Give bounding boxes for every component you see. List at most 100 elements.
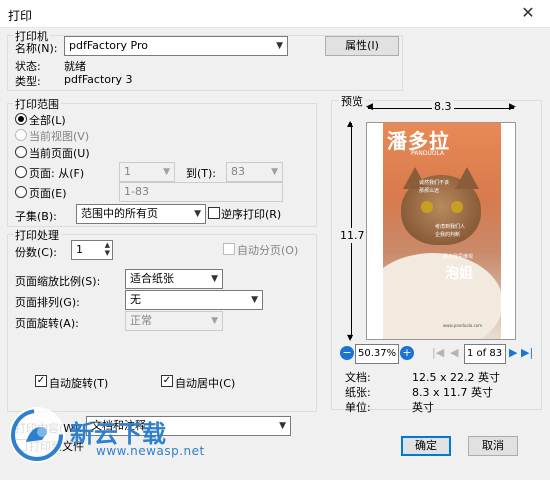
printer-name-value: pdfFactory Pro xyxy=(69,39,148,52)
zoom-in-icon[interactable]: + xyxy=(400,346,414,360)
pages-input: 1-83 xyxy=(119,182,283,202)
unit-label: 单位: xyxy=(345,401,371,414)
preview-width-label: 8.3 xyxy=(432,100,454,113)
auto-rotate-label[interactable]: 自动旋转(T) xyxy=(49,375,108,391)
radio-pages[interactable] xyxy=(15,186,27,198)
cloud-logo-icon xyxy=(9,407,65,463)
printer-type-value: pdfFactory 3 xyxy=(64,73,133,86)
from-page-value: 1 xyxy=(124,165,131,178)
radio-current-page-label[interactable]: 当前页面(U) xyxy=(29,145,90,161)
width-arrow-left-icon: ◀ xyxy=(366,102,373,112)
collate-label: 自动分页(O) xyxy=(237,244,299,257)
subset-label: 子集(B): xyxy=(15,210,57,223)
scaling-select[interactable]: 适合纸张 ▼ xyxy=(125,269,223,289)
chevron-down-icon: ▼ xyxy=(279,421,286,431)
chevron-down-icon: ▼ xyxy=(251,295,258,305)
next-page-icon[interactable]: ▶ xyxy=(509,346,517,359)
arrangement-select[interactable]: 无 ▼ xyxy=(125,290,263,310)
zoom-out-icon[interactable]: − xyxy=(340,346,354,360)
print-handling-legend: 打印处理 xyxy=(13,227,61,243)
chevron-down-icon: ▼ xyxy=(271,167,278,177)
last-page-icon[interactable]: ▶| xyxy=(521,346,533,359)
unit-value: 英寸 xyxy=(412,401,434,414)
collate-checkbox xyxy=(223,243,235,255)
magazine-line-2: 那那么远 xyxy=(419,188,440,194)
chevron-down-icon: ▼ xyxy=(163,167,170,177)
height-arrow-down-icon: ▼ xyxy=(347,333,354,342)
radio-current-view xyxy=(15,129,27,141)
radio-all[interactable] xyxy=(15,113,27,125)
to-page-label: 到(T): xyxy=(186,167,217,180)
subset-value: 范围中的所有页 xyxy=(81,207,158,220)
title-bar: 打印 ✕ xyxy=(0,0,550,28)
ok-button[interactable]: 确定 xyxy=(401,436,451,456)
copies-value: 1 xyxy=(76,243,83,256)
chevron-down-icon: ▼ xyxy=(211,316,218,326)
chevron-down-icon: ▼ xyxy=(276,41,283,51)
magazine-line-5: 那样我思维观 xyxy=(443,254,474,260)
print-range-legend: 打印范围 xyxy=(13,96,61,112)
printer-status-label: 状态: xyxy=(15,60,41,73)
reverse-label[interactable]: 逆序打印(R) xyxy=(221,206,281,222)
cat-eye-right xyxy=(451,201,463,213)
width-arrow-right-icon: ▶ xyxy=(509,102,516,112)
radio-current-view-label: 当前视图(V) xyxy=(29,130,90,143)
to-page-input: 83 ▼ xyxy=(226,162,283,182)
arrangement-label: 页面排列(G): xyxy=(15,296,80,309)
copies-stepper[interactable]: 1 ▲ ▼ xyxy=(71,240,113,260)
page-field-input[interactable]: 1 of 83 xyxy=(464,344,506,364)
watermark-url: www.newasp.net xyxy=(96,444,205,458)
magazine-big-text: 泡姐 xyxy=(445,266,473,282)
copies-label: 份数(C): xyxy=(15,246,57,259)
rotation-label: 页面旋转(A): xyxy=(15,317,79,330)
rotation-value: 正常 xyxy=(130,314,152,327)
magazine-subtitle: PANDUOLA xyxy=(411,150,445,157)
chevron-down-icon: ▼ xyxy=(211,274,218,284)
stepper-arrows-icon[interactable]: ▲ ▼ xyxy=(105,241,110,257)
cat-eye-left xyxy=(421,201,433,213)
scaling-value: 适合纸张 xyxy=(130,272,174,285)
from-page-input: 1 ▼ xyxy=(119,162,175,182)
prev-page-icon: ◀ xyxy=(450,346,459,359)
magazine-footer: www.panduola.com xyxy=(443,323,483,328)
person-arm xyxy=(383,253,501,339)
scaling-label: 页面缩放比例(S): xyxy=(15,275,101,288)
to-page-value: 83 xyxy=(231,165,245,178)
radio-pages-from-label[interactable]: 页面: 从(F) xyxy=(29,165,84,181)
cat-ear-right xyxy=(455,167,479,189)
auto-center-label[interactable]: 自动居中(C) xyxy=(175,375,235,391)
arrangement-value: 无 xyxy=(130,293,141,306)
auto-center-checkbox[interactable]: ✓ xyxy=(161,375,173,387)
rotation-select: 正常 ▼ xyxy=(125,311,223,331)
magazine-cover: 潘多拉 PANDUOLA 诚然我们不该 那那么远 考虑到我们人 企我的判断 那样… xyxy=(383,123,501,339)
window-title: 打印 xyxy=(8,9,33,23)
paper-size-value: 8.3 x 11.7 英寸 xyxy=(412,386,493,399)
magazine-line-4: 企我的判断 xyxy=(435,232,461,238)
preview-height-label: 11.7 xyxy=(340,228,365,243)
newasp-logo xyxy=(4,402,70,468)
first-page-icon: |◀ xyxy=(432,346,445,359)
doc-size-label: 文档: xyxy=(345,371,371,384)
chevron-down-icon: ▼ xyxy=(194,209,201,219)
auto-rotate-checkbox[interactable]: ✓ xyxy=(35,375,47,387)
cancel-button[interactable]: 取消 xyxy=(468,436,518,456)
height-arrow-up-icon: ▲ xyxy=(347,119,354,128)
printer-name-select[interactable]: pdfFactory Pro ▼ xyxy=(64,36,288,56)
magazine-line-3: 考虑到我们人 xyxy=(435,224,466,230)
radio-pages-label[interactable]: 页面(E) xyxy=(29,185,67,201)
subset-select[interactable]: 范围中的所有页 ▼ xyxy=(76,204,206,224)
radio-all-label[interactable]: 全部(L) xyxy=(29,112,66,128)
radio-current-page[interactable] xyxy=(15,146,27,158)
preview-page: 潘多拉 PANDUOLA 诚然我们不该 那那么远 考虑到我们人 企我的判断 那样… xyxy=(366,122,516,340)
properties-button[interactable]: 属性(I) xyxy=(325,36,399,56)
printer-name-label: 名称(N): xyxy=(15,42,58,55)
reverse-checkbox[interactable] xyxy=(208,207,220,219)
printer-status-value: 就绪 xyxy=(64,60,86,73)
zoom-input[interactable]: 50.37% xyxy=(355,344,399,364)
paper-size-label: 纸张: xyxy=(345,386,371,399)
printer-type-label: 类型: xyxy=(15,75,41,88)
magazine-line-1: 诚然我们不该 xyxy=(419,180,450,186)
radio-pages-from[interactable] xyxy=(15,166,27,178)
doc-size-value: 12.5 x 22.2 英寸 xyxy=(412,371,500,384)
close-icon[interactable]: ✕ xyxy=(506,0,550,28)
